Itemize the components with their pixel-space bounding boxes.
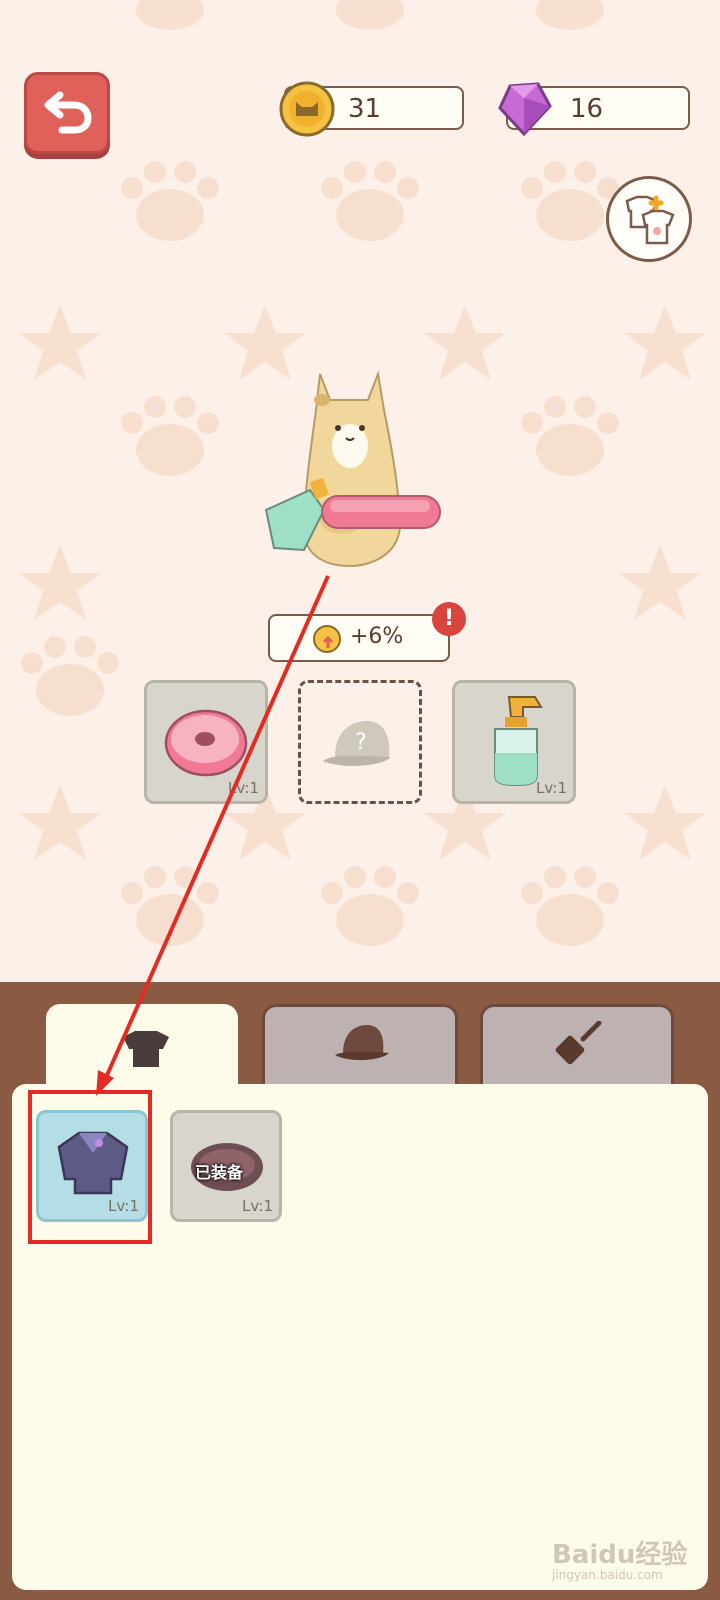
donut-icon xyxy=(164,709,248,777)
back-arrow-icon xyxy=(44,91,92,134)
shirts-plus-icon xyxy=(625,195,675,245)
coin-count: 31 xyxy=(348,94,382,124)
gem-counter: 16 xyxy=(498,82,690,137)
svg-text:?: ? xyxy=(355,730,367,755)
coin-counter: 31 xyxy=(279,81,464,137)
bonus-pill[interactable]: +6% xyxy=(268,614,450,662)
cat-character xyxy=(264,370,441,568)
back-button[interactable] xyxy=(24,72,110,154)
shirt-icon xyxy=(123,1031,169,1067)
spray-bottle-icon xyxy=(494,696,543,787)
slot-level: Lv:1 xyxy=(227,779,259,797)
watermark: Baidu经验 xyxy=(552,1540,688,1570)
coin-up-icon xyxy=(313,625,341,653)
inventory-item-donut[interactable]: 已装备 Lv:1 xyxy=(170,1110,282,1222)
tab-clothes-active[interactable] xyxy=(46,1004,238,1096)
card-level: Lv:1 xyxy=(241,1197,273,1215)
equip-slot-donut[interactable]: Lv:1 xyxy=(144,680,268,804)
gem-count: 16 xyxy=(570,94,604,124)
tab-tools[interactable] xyxy=(480,1004,674,1084)
equipped-label: 已装备 xyxy=(195,1163,244,1182)
tab-hats[interactable] xyxy=(262,1004,458,1084)
alert-badge[interactable]: ! xyxy=(432,602,466,636)
cat-coin-icon xyxy=(279,81,335,137)
highlight-box xyxy=(28,1090,152,1244)
watermark-url: jingyan.baidu.com xyxy=(552,1568,663,1582)
gem-icon xyxy=(498,82,552,137)
spatula-icon xyxy=(555,1021,602,1065)
bonus-text: +6% xyxy=(350,624,404,649)
cap-icon xyxy=(335,1025,389,1061)
slot-level: Lv:1 xyxy=(535,779,567,797)
equip-slot-hat[interactable]: ? xyxy=(298,680,422,804)
equip-slot-spray[interactable]: Lv:1 xyxy=(452,680,576,804)
cap-question-icon: ? xyxy=(323,721,391,766)
outfit-swap-button[interactable] xyxy=(606,176,692,262)
donut-icon xyxy=(321,495,441,529)
paw-icon xyxy=(121,161,219,241)
